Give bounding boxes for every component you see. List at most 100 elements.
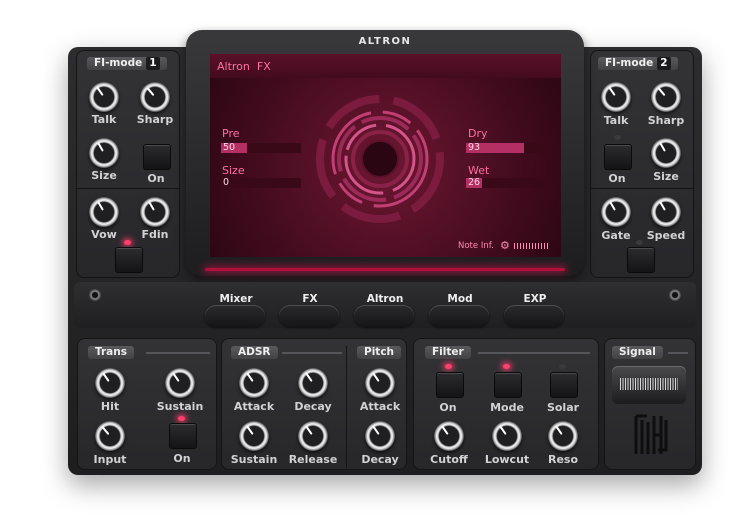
- fdin-label: Fdin: [141, 228, 169, 241]
- signal-tag-line: [668, 352, 688, 354]
- adsr-tag-line: [282, 352, 342, 354]
- sharp-label-right: Sharp: [647, 114, 685, 127]
- gear-icon[interactable]: ⚙: [500, 239, 510, 252]
- wet-value: 26: [468, 177, 481, 188]
- filter-mode-label: Mode: [490, 401, 524, 414]
- adsr-attack-knob[interactable]: [239, 368, 269, 398]
- fi-mode-1-number: 1: [146, 57, 160, 70]
- filter-tag: Filter: [425, 346, 471, 359]
- wet-label: Wet: [468, 164, 490, 177]
- filter-tag-line: [478, 352, 590, 354]
- filter-on-label: On: [439, 401, 457, 414]
- screen-title: Altron FX: [217, 60, 271, 73]
- filter-solar-label: Solar: [546, 401, 580, 414]
- size-slider[interactable]: 0: [221, 177, 301, 188]
- pre-value: 50: [223, 142, 236, 153]
- sharp-label: Sharp: [136, 113, 174, 126]
- filter-mode-button[interactable]: [494, 372, 522, 398]
- tab-exp[interactable]: [504, 305, 564, 327]
- speed-label: Speed: [646, 229, 686, 242]
- tab-mod-label: Mod: [447, 293, 473, 305]
- filter-mode-led: [503, 364, 510, 369]
- cutoff-knob[interactable]: [434, 421, 464, 451]
- input-knob[interactable]: [95, 421, 125, 451]
- fi-mode-2-toggle-button[interactable]: [627, 247, 655, 273]
- adsr-pitch-divider: [346, 346, 347, 468]
- ring-visualizer: [316, 95, 444, 223]
- tab-mixer[interactable]: [205, 305, 265, 327]
- size-value: 0: [223, 177, 230, 188]
- size-knob-right[interactable]: [651, 138, 681, 168]
- dry-value: 93: [468, 142, 481, 153]
- level-meter: [514, 243, 550, 249]
- fi-mode-2-led: [636, 240, 643, 245]
- talk-knob-right[interactable]: [601, 82, 631, 112]
- trans-tag-line: [146, 352, 210, 354]
- lowcut-label: Lowcut: [484, 453, 530, 466]
- size-label-right: Size: [653, 170, 679, 183]
- app-title: ALTRON: [358, 36, 412, 47]
- size-knob[interactable]: [89, 138, 119, 168]
- vow-knob[interactable]: [89, 197, 119, 227]
- adsr-sustain-label: Sustain: [230, 453, 278, 466]
- talk-knob[interactable]: [89, 82, 119, 112]
- fi-mode-1-on-label: On: [147, 172, 165, 185]
- filter-solar-button[interactable]: [550, 372, 578, 398]
- pitch-decay-knob[interactable]: [365, 421, 395, 451]
- tab-mod[interactable]: [429, 305, 489, 327]
- tab-fx[interactable]: [279, 305, 339, 327]
- speed-knob[interactable]: [651, 197, 681, 227]
- fi-mode-2-on-button[interactable]: [604, 144, 632, 170]
- note-inf-label: Note Inf.: [458, 241, 494, 251]
- trans-sustain-knob[interactable]: [165, 368, 195, 398]
- signal-meter-ticks: [620, 378, 678, 390]
- fi-mode-1-led: [124, 240, 131, 245]
- trans-on-led: [178, 416, 185, 421]
- tab-altron[interactable]: [354, 305, 414, 327]
- hit-label: Hit: [100, 400, 120, 413]
- filter-on-led: [445, 364, 452, 369]
- adsr-sustain-knob[interactable]: [239, 421, 269, 451]
- tab-altron-label: Altron: [366, 293, 404, 305]
- display-underglow: [205, 268, 565, 271]
- brand-logo-icon: [634, 414, 668, 454]
- trans-on-button[interactable]: [169, 423, 197, 449]
- fdin-knob[interactable]: [140, 197, 170, 227]
- pre-slider[interactable]: 50: [221, 142, 301, 153]
- pitch-attack-label: Attack: [359, 400, 401, 413]
- reso-label: Reso: [547, 453, 579, 466]
- fi-mode-2-divider: [590, 188, 694, 189]
- fi-mode-1-divider: [76, 188, 180, 189]
- fi-mode-2-tag: FI-mode 2: [598, 57, 678, 70]
- pitch-decay-label: Decay: [361, 453, 399, 466]
- dry-label: Dry: [468, 127, 488, 140]
- sharp-knob-right[interactable]: [651, 82, 681, 112]
- tab-exp-label: EXP: [523, 293, 547, 305]
- trans-tag: Trans: [88, 346, 134, 359]
- tab-mixer-label: Mixer: [219, 293, 253, 305]
- filter-solar-led: [559, 364, 566, 369]
- trans-sustain-label: Sustain: [156, 400, 204, 413]
- right-screw: [669, 289, 681, 301]
- fi-mode-1-tag: FI-mode 1: [87, 57, 167, 70]
- filter-on-button[interactable]: [436, 372, 464, 398]
- fi-mode-1-toggle-button[interactable]: [115, 247, 143, 273]
- adsr-release-label: Release: [288, 453, 338, 466]
- left-screw: [89, 289, 101, 301]
- pitch-tag: Pitch: [357, 346, 402, 359]
- sharp-knob[interactable]: [140, 82, 170, 112]
- trans-on-label: On: [173, 452, 191, 465]
- dry-slider[interactable]: 93: [466, 142, 546, 153]
- size-param-label: Size: [222, 164, 245, 177]
- reso-knob[interactable]: [548, 421, 578, 451]
- cutoff-label: Cutoff: [430, 453, 468, 466]
- adsr-release-knob[interactable]: [298, 421, 328, 451]
- fi-mode-1-on-button[interactable]: [143, 144, 171, 170]
- wet-slider[interactable]: 26: [466, 177, 546, 188]
- pitch-attack-knob[interactable]: [365, 368, 395, 398]
- gate-knob[interactable]: [601, 197, 631, 227]
- lowcut-knob[interactable]: [492, 421, 522, 451]
- fi-mode-2-number: 2: [657, 57, 671, 70]
- hit-knob[interactable]: [95, 368, 125, 398]
- adsr-decay-knob[interactable]: [298, 368, 328, 398]
